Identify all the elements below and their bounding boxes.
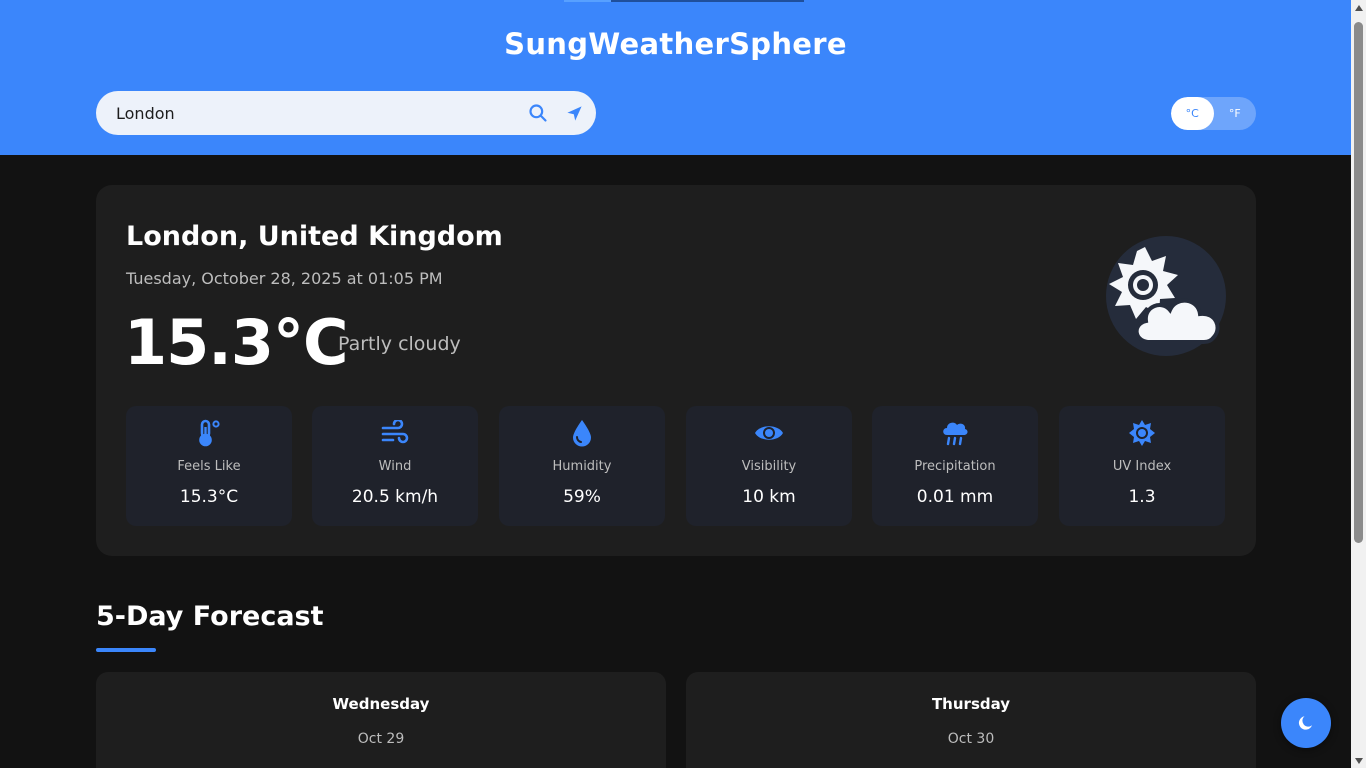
search-box (96, 91, 596, 135)
current-datetime: Tuesday, October 28, 2025 at 01:05 PM (126, 269, 443, 288)
stat-value: 20.5 km/h (351, 487, 439, 507)
stat-uv-index: UV Index 1.3 (1059, 406, 1225, 526)
forecast-day-date: Oct 30 (947, 731, 995, 747)
stat-label: Visibility (741, 459, 797, 474)
weather-icon-container (1106, 236, 1226, 356)
moon-icon (1298, 716, 1312, 730)
forecast-day-card: Wednesday Oct 29 (96, 672, 666, 768)
search-input[interactable] (116, 91, 516, 135)
stat-wind: Wind 20.5 km/h (312, 406, 478, 526)
search-icon[interactable] (526, 101, 550, 125)
stat-precipitation: Precipitation 0.01 mm (872, 406, 1038, 526)
stat-value: 1.3 (1128, 487, 1156, 507)
dark-mode-toggle-button[interactable] (1281, 698, 1331, 748)
partly-cloudy-icon (1109, 247, 1220, 344)
wind-icon (312, 418, 478, 448)
stat-label: Precipitation (914, 459, 996, 474)
stat-value: 0.01 mm (916, 487, 994, 507)
app-title: SungWeatherSphere (504, 27, 847, 61)
forecast-title: 5-Day Forecast (96, 601, 324, 632)
thermometer-icon (126, 418, 292, 448)
stat-feels-like: Feels Like 15.3°C (126, 406, 292, 526)
stat-visibility: Visibility 10 km (686, 406, 852, 526)
stat-label: Feels Like (177, 459, 241, 474)
forecast-day-name: Wednesday (332, 695, 430, 713)
stat-label: Wind (378, 459, 412, 474)
header-top-strip (611, 0, 804, 2)
forecast-title-underline (96, 648, 156, 652)
weather-stats: Feels Like 15.3°C Wind 20.5 km/h Humidit… (126, 406, 1226, 526)
eye-icon (686, 418, 852, 448)
fahrenheit-button[interactable]: °F (1214, 97, 1257, 130)
stat-value: 15.3°C (179, 487, 239, 507)
stat-label: UV Index (1112, 459, 1172, 474)
header-top-strip-accent (564, 0, 611, 2)
location-arrow-icon[interactable] (562, 101, 586, 125)
page: SungWeatherSphere °C °F London, United K… (0, 0, 1351, 768)
stat-value: 10 km (742, 487, 796, 507)
current-weather-card: London, United Kingdom Tuesday, October … (96, 185, 1256, 556)
current-temperature: 15.3°C (124, 306, 348, 379)
stat-humidity: Humidity 59% (499, 406, 665, 526)
unit-toggle: °C °F (1171, 97, 1256, 130)
stat-value: 59% (563, 487, 601, 507)
weather-condition: Partly cloudy (338, 333, 461, 355)
rain-cloud-icon (872, 418, 1038, 448)
forecast-day-name: Thursday (931, 695, 1011, 713)
sun-uv-icon (1059, 418, 1225, 448)
forecast-day-card: Thursday Oct 30 (686, 672, 1256, 768)
celsius-button[interactable]: °C (1171, 97, 1214, 130)
stat-label: Humidity (552, 459, 612, 474)
page-scrollbar[interactable] (1351, 0, 1366, 768)
scroll-up-arrow-icon[interactable] (1351, 0, 1366, 15)
forecast-day-date: Oct 29 (357, 731, 405, 747)
location-name: London, United Kingdom (126, 221, 503, 252)
scroll-down-arrow-icon[interactable] (1351, 753, 1366, 768)
app-header: SungWeatherSphere °C °F (0, 0, 1351, 155)
humidity-drop-icon (499, 418, 665, 448)
scrollbar-thumb[interactable] (1354, 22, 1363, 543)
